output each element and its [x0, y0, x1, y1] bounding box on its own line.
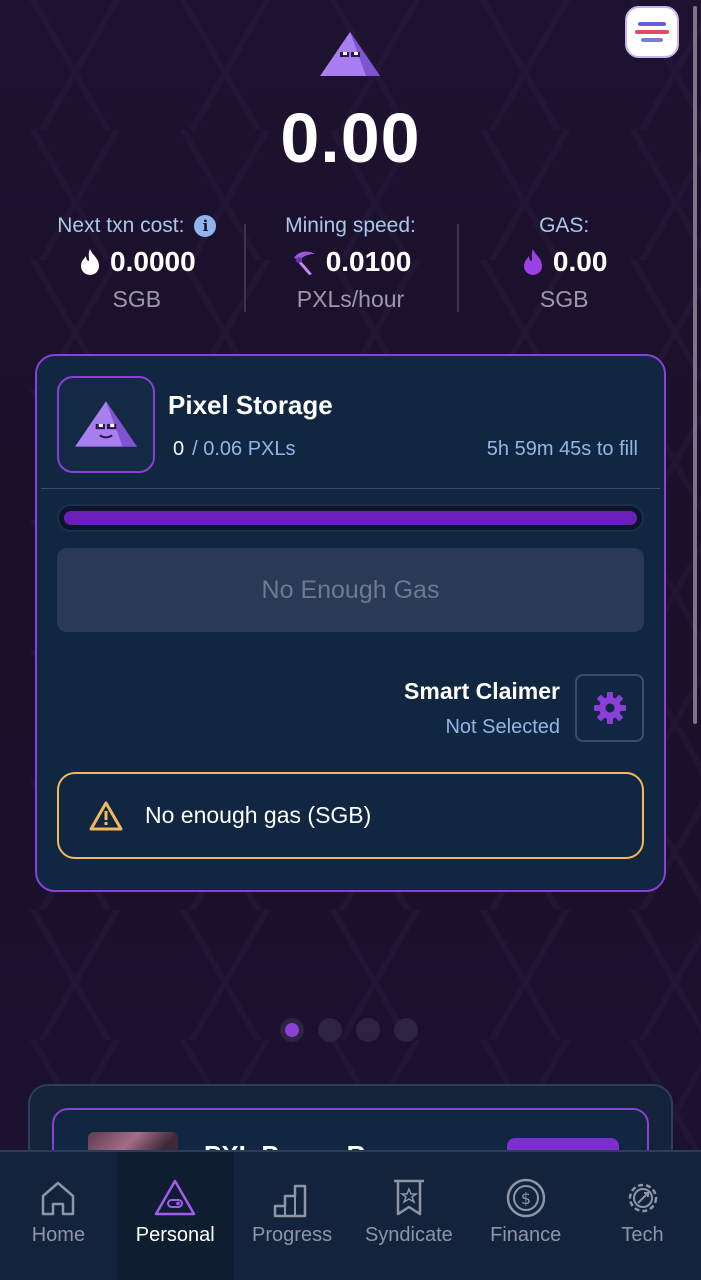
storage-avatar [57, 376, 155, 473]
page-dot-active[interactable] [280, 1018, 304, 1042]
bottom-tab-bar: Home Personal Progress Syndicate $ Finan… [0, 1150, 701, 1280]
stat-unit: PXLs/hour [296, 286, 405, 312]
smart-claimer-settings-button[interactable] [575, 674, 644, 742]
storage-progress-bar [57, 504, 644, 532]
page-dot[interactable] [356, 1018, 380, 1042]
stat-value: 0.00 [552, 246, 608, 277]
stat-value: 0.0000 [110, 246, 196, 277]
flame-icon [81, 249, 100, 275]
app-badge-icon[interactable] [625, 6, 679, 58]
storage-capacity: / 0.06 PXLs [192, 438, 296, 460]
stat-label: Next txn cost: [57, 214, 185, 237]
stat-label: Mining speed: [285, 214, 416, 237]
tab-finance[interactable]: $ Finance [467, 1152, 584, 1280]
tab-label: Tech [621, 1224, 664, 1246]
warning-icon [89, 801, 123, 830]
page-dot[interactable] [318, 1018, 342, 1042]
storage-progress-fill [64, 511, 637, 525]
tab-label: Progress [252, 1224, 333, 1246]
stat-next-txn-cost: Next txn cost: i 0.0000 SGB [30, 214, 244, 318]
banner-icon [393, 1179, 424, 1216]
page-dot[interactable] [394, 1018, 418, 1042]
home-icon [42, 1181, 75, 1216]
storage-current: 0 [173, 438, 185, 460]
gas-warning: No enough gas (SGB) [57, 772, 644, 859]
svg-text:$: $ [521, 1189, 531, 1208]
purple-flame-icon [523, 249, 542, 275]
smart-claimer-status: Not Selected [445, 716, 560, 738]
stat-mining-speed: Mining speed: 0.0100 PXLs/hour [243, 214, 458, 318]
stairs-icon [273, 1184, 307, 1218]
storage-title: Pixel Storage [168, 390, 333, 420]
triangle-mascot-icon [154, 1179, 196, 1216]
tab-tech[interactable]: Tech [584, 1152, 701, 1280]
gear-icon [628, 1183, 657, 1213]
tab-label: Syndicate [364, 1224, 453, 1246]
warning-text: No enough gas (SGB) [145, 802, 372, 828]
mascot-icon [320, 32, 380, 76]
info-icon[interactable]: i [194, 215, 217, 237]
storage-amount: 0 / 0.06 PXLs [173, 438, 296, 461]
dollar-coin-icon: $ [506, 1178, 545, 1218]
tab-personal[interactable]: Personal [116, 1152, 234, 1280]
smart-claimer-title: Smart Claimer [404, 678, 560, 704]
tab-syndicate[interactable]: Syndicate [350, 1152, 467, 1280]
stats-row: Next txn cost: i 0.0000 SGB Mining speed… [30, 214, 671, 318]
gear-icon [593, 692, 626, 724]
tab-home[interactable]: Home [0, 1152, 117, 1280]
claim-button[interactable]: No Enough Gas [57, 548, 644, 632]
tab-label: Finance [490, 1224, 562, 1246]
pickaxe-icon [293, 251, 315, 275]
tab-label: Home [31, 1224, 86, 1246]
mascot-icon [75, 400, 137, 447]
tab-label: Personal [135, 1224, 215, 1246]
pixel-storage-card: Pixel Storage 0 / 0.06 PXLs 5h 59m 45s to… [35, 354, 666, 892]
stat-gas: GAS: 0.00 SGB [457, 214, 671, 318]
stat-label: GAS: [539, 214, 590, 237]
time-to-fill: 5h 59m 45s to fill [486, 438, 638, 460]
tab-progress[interactable]: Progress [234, 1152, 351, 1280]
stat-unit: SGB [539, 286, 589, 312]
page-indicator [280, 1018, 418, 1042]
divider [41, 488, 660, 489]
balance-value: 0.00 [280, 99, 421, 177]
stat-unit: SGB [112, 286, 162, 312]
stat-value: 0.0100 [325, 246, 412, 277]
